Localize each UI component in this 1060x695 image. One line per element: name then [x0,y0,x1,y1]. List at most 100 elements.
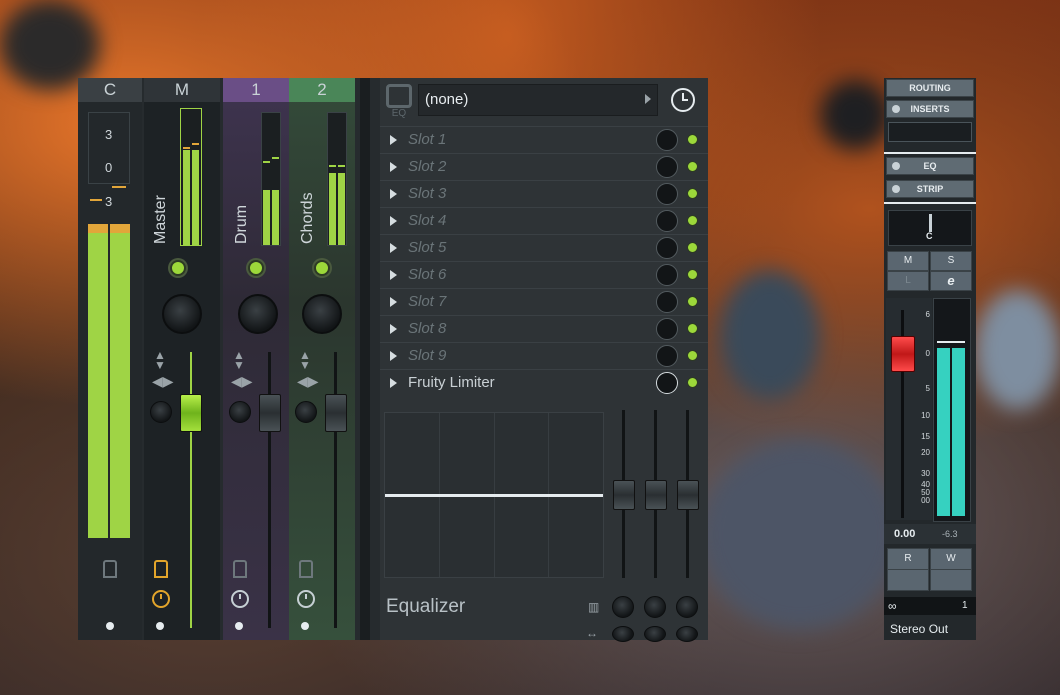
mute-led[interactable] [314,260,330,276]
channel-name[interactable]: Stereo Out [890,622,948,636]
expand-icon[interactable] [390,324,397,334]
routing-button[interactable]: ROUTING [886,79,974,97]
enable-led[interactable] [687,269,698,280]
gain-value[interactable]: 0.00 [894,528,915,540]
enable-led[interactable] [687,134,698,145]
mixer-strip-current[interactable]: C 3 0 3 [78,78,142,640]
mix-knob[interactable] [656,183,678,205]
expand-icon[interactable] [390,216,397,226]
inserts-button[interactable]: INSERTS [886,100,974,118]
mixer-strip-chords[interactable]: 2 Chords ▲ ▼ ◀▶ [289,78,355,640]
expand-icon[interactable] [390,351,397,361]
enable-led[interactable] [687,161,698,172]
fx-slot[interactable]: Slot 1 [380,126,708,153]
pan-knob[interactable] [162,294,202,334]
clock-icon[interactable] [671,88,695,112]
mix-knob[interactable] [656,345,678,367]
swap-icon[interactable]: ◀▶ [231,374,253,388]
swap-icon[interactable]: ◀▶ [297,374,319,388]
expand-icon[interactable] [390,270,397,280]
mix-knob[interactable] [656,210,678,232]
eq-graph[interactable] [384,412,604,578]
volume-fader[interactable] [180,394,202,432]
fx-slot[interactable]: Slot 7 [380,288,708,315]
fx-slot[interactable]: Slot 5 [380,234,708,261]
mixer-strip-master[interactable]: M Master ▲ ▼ ◀▶ [144,78,220,640]
fx-slot[interactable]: Slot 9 [380,342,708,369]
mute-led[interactable] [170,260,186,276]
expand-icon[interactable] [390,297,397,307]
clock-icon[interactable] [152,590,170,608]
preset-selector[interactable]: (none) [418,84,658,116]
eq-width-knob[interactable] [644,626,666,642]
mute-button[interactable]: M [887,251,929,271]
mixer-strip-drum[interactable]: 1 Drum ▲ ▼ ◀▶ [223,78,289,640]
stereo-separation-icon[interactable]: ▲ ▼ [233,349,245,371]
volume-fader[interactable] [259,394,281,432]
clock-icon[interactable] [297,590,315,608]
send-plug-icon[interactable] [103,560,117,578]
volume-fader[interactable] [325,394,347,432]
eq-button[interactable]: EQ [886,157,974,175]
eq-width-knob[interactable] [676,626,698,642]
eq-band-knob[interactable] [612,596,634,618]
automation-extra-button[interactable] [930,569,972,591]
send-plug-icon[interactable] [154,560,168,578]
fx-slot[interactable]: Slot 2 [380,153,708,180]
stereo-separation-icon[interactable]: ▲ ▼ [154,349,166,371]
inserts-toggle-icon[interactable] [892,105,900,113]
listen-button[interactable]: L [887,271,929,291]
track-dot[interactable] [106,622,114,630]
volume-knob[interactable] [229,401,251,423]
enable-led[interactable] [687,296,698,307]
write-automation-button[interactable]: W [930,548,972,570]
mix-knob[interactable] [656,129,678,151]
enable-led[interactable] [687,188,698,199]
eq-band-knob[interactable] [644,596,666,618]
mix-knob[interactable] [656,291,678,313]
fx-slot[interactable]: Slot 8 [380,315,708,342]
pan-control[interactable]: C [888,210,972,246]
pan-knob[interactable] [238,294,278,334]
mix-knob[interactable] [656,237,678,259]
width-icon[interactable]: ↔ [586,626,598,640]
enable-led[interactable] [687,242,698,253]
enable-led[interactable] [687,377,698,388]
eq-width-knob[interactable] [612,626,634,642]
stereo-separation-icon[interactable]: ▲ ▼ [299,349,311,371]
mix-knob[interactable] [656,318,678,340]
insert-slot[interactable] [888,122,972,142]
eq-toggle-icon[interactable] [892,162,900,170]
stereo-link-icon[interactable]: ∞ [888,599,897,613]
expand-icon[interactable] [390,135,397,145]
mix-knob[interactable] [656,372,678,394]
expand-icon[interactable] [390,189,397,199]
solo-button[interactable]: S [930,251,972,271]
expand-icon[interactable] [390,162,397,172]
piano-icon[interactable]: ▥ [588,600,599,614]
expand-icon[interactable] [390,378,397,388]
enable-led[interactable] [687,350,698,361]
clock-icon[interactable] [231,590,249,608]
expand-icon[interactable] [390,243,397,253]
send-plug-icon[interactable] [233,560,247,578]
mix-knob[interactable] [656,156,678,178]
fx-slot[interactable]: Slot 6 [380,261,708,288]
volume-knob[interactable] [295,401,317,423]
strip-toggle-icon[interactable] [892,185,900,193]
edit-button[interactable]: e [930,271,972,291]
mute-led[interactable] [248,260,264,276]
track-dot[interactable] [156,622,164,630]
track-dot[interactable] [235,622,243,630]
fx-slot[interactable]: Slot 4 [380,207,708,234]
pan-knob[interactable] [302,294,342,334]
read-automation-button[interactable]: R [887,548,929,570]
eq-icon[interactable]: EQ [386,84,412,119]
swap-icon[interactable]: ◀▶ [152,374,174,388]
track-dot[interactable] [301,622,309,630]
volume-knob[interactable] [150,401,172,423]
eq-band-fader-mid[interactable] [645,480,667,510]
strip-button[interactable]: STRIP [886,180,974,198]
mix-knob[interactable] [656,264,678,286]
eq-band-fader-low[interactable] [613,480,635,510]
